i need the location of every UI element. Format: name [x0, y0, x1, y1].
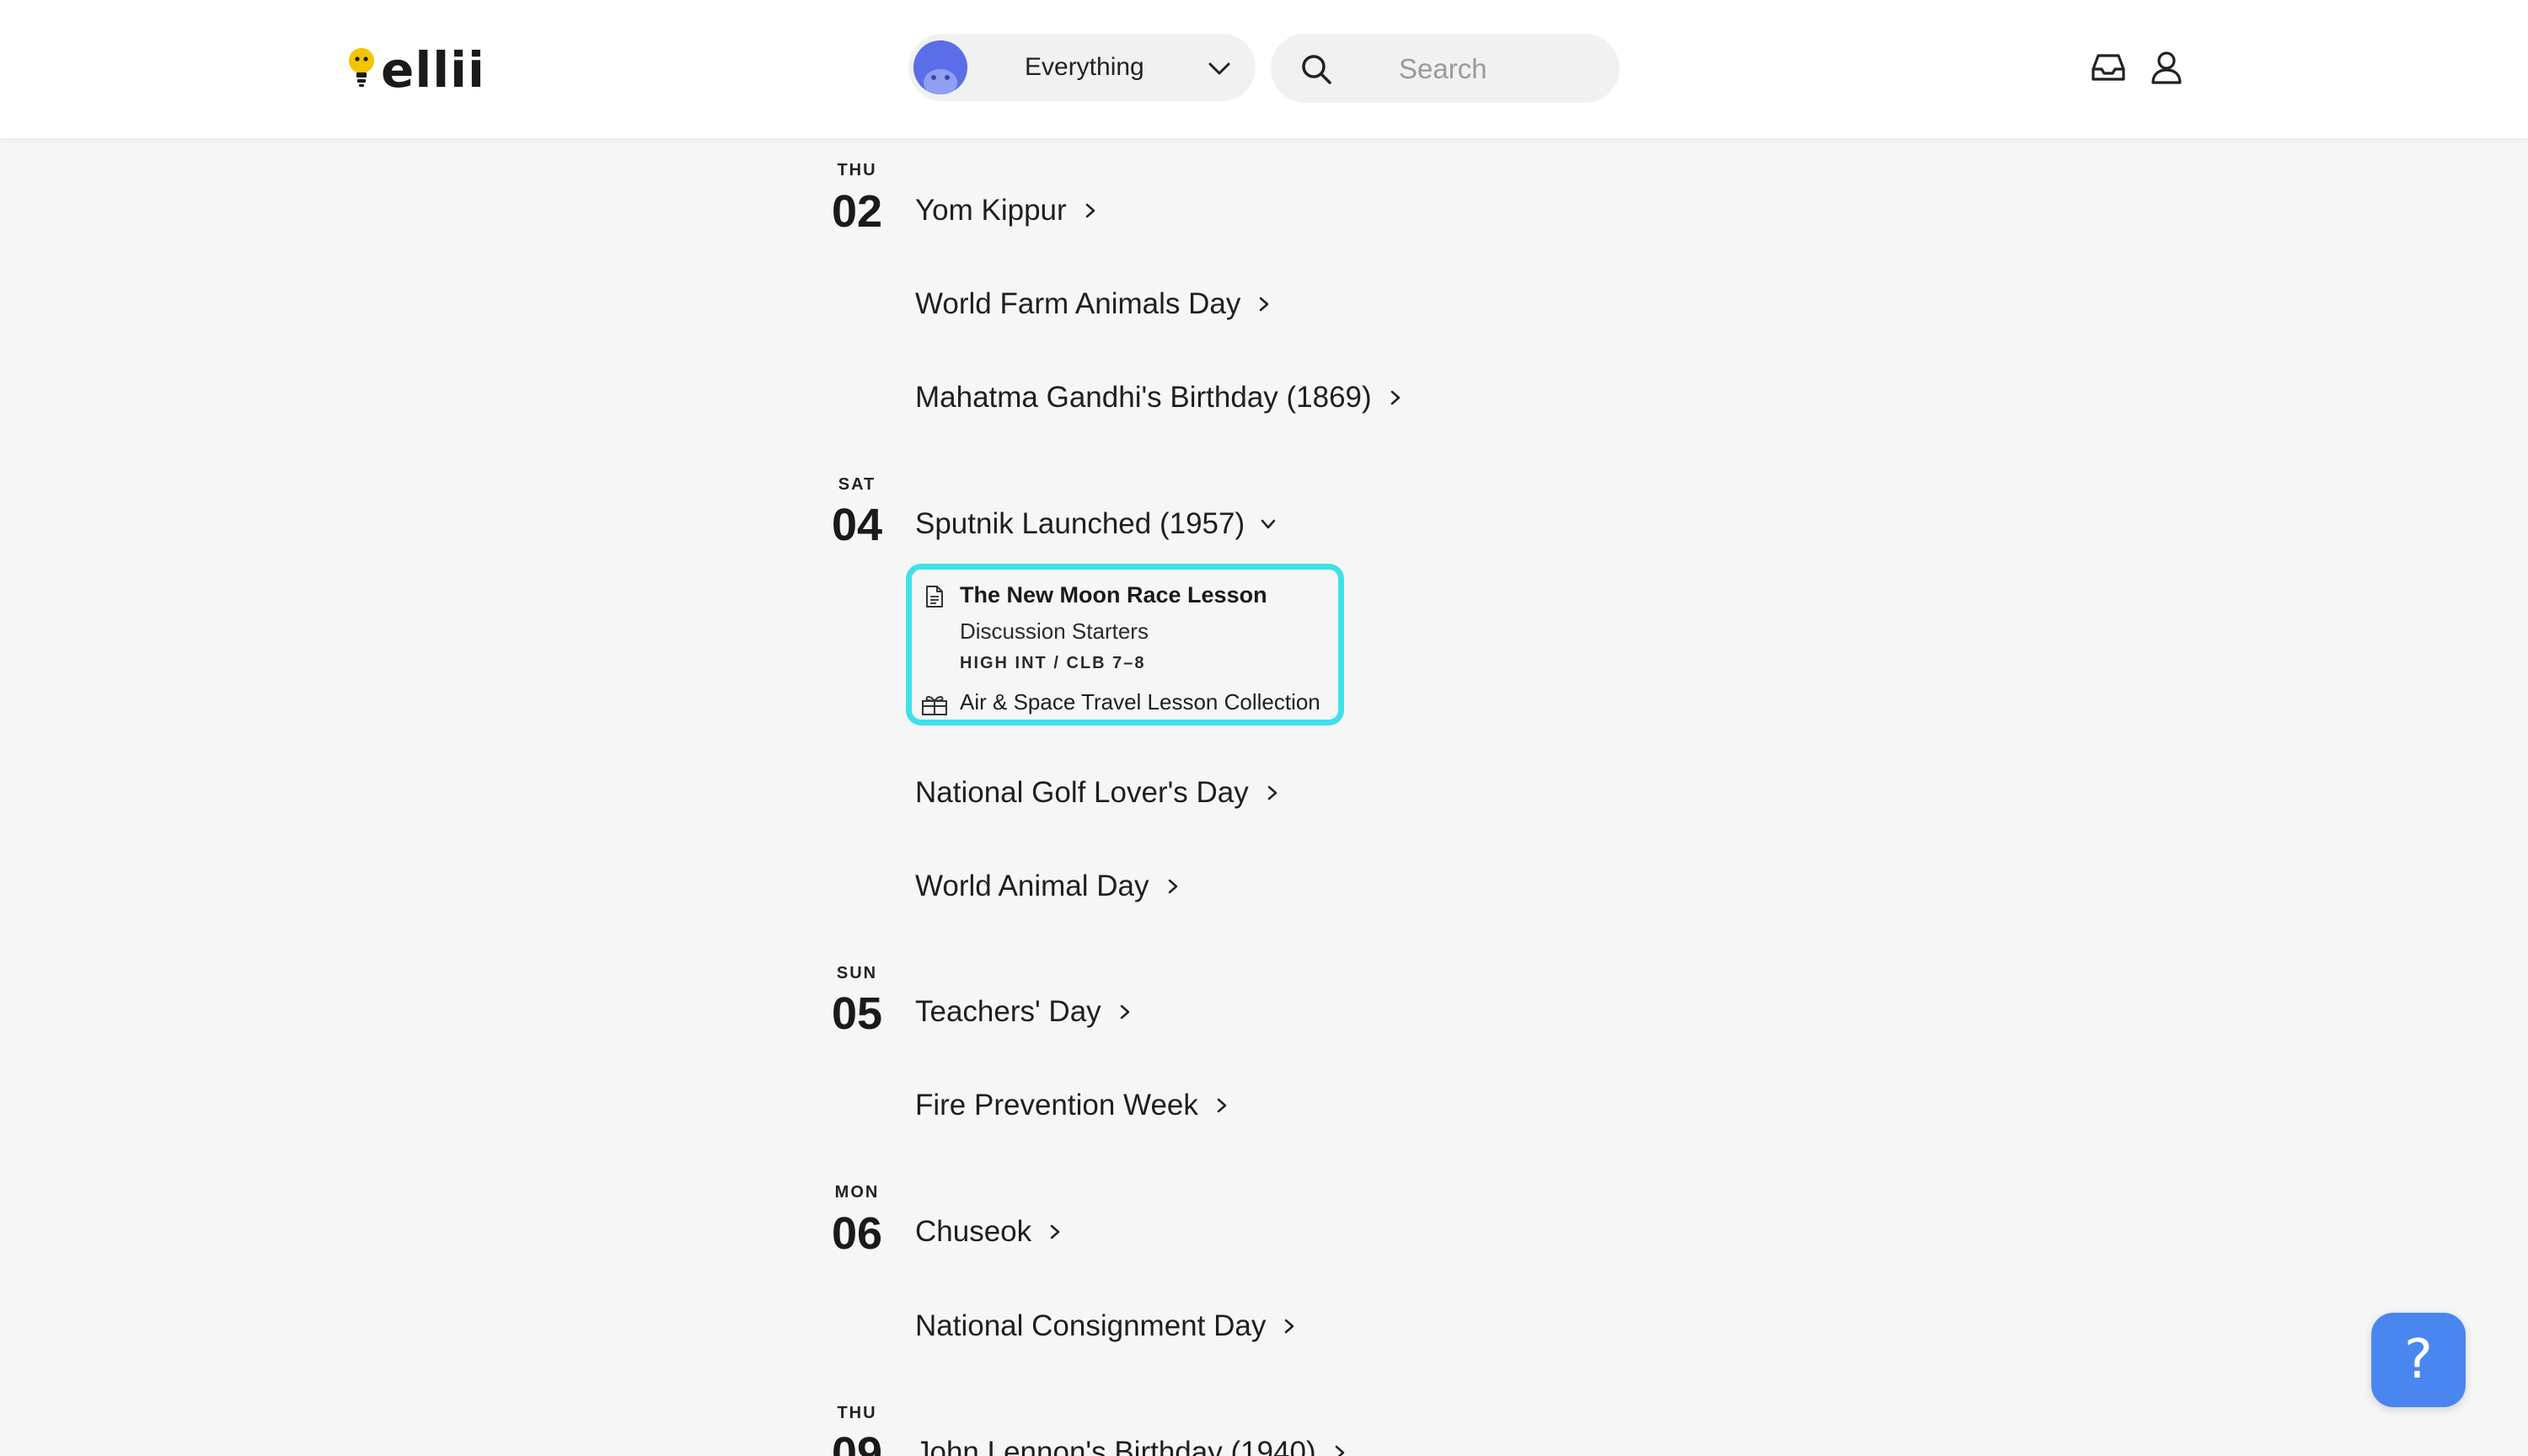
day-of-week: THU — [837, 1404, 877, 1422]
event-title: Teachers' Day — [915, 995, 1101, 1028]
event-link[interactable]: Chuseok — [915, 1215, 1063, 1249]
day-number: 09 — [831, 1428, 883, 1456]
event-link[interactable]: National Golf Lover's Day — [915, 776, 1281, 810]
top-header: ellii Everything — [0, 0, 2528, 138]
lesson-collection-link[interactable]: Air & Space Travel Lesson Collection — [960, 689, 1320, 715]
day-of-week: THU — [837, 161, 877, 179]
lightbulb-icon — [349, 48, 374, 87]
event-title: Fire Prevention Week — [915, 1089, 1198, 1121]
help-question-icon: ? — [2404, 1329, 2433, 1391]
chevron-down-icon — [1261, 519, 1276, 529]
help-button[interactable]: ? — [2371, 1313, 2466, 1407]
event-link[interactable]: National Consignment Day — [915, 1309, 1298, 1343]
event-link[interactable]: Teachers' Day — [915, 995, 1133, 1029]
user-icon[interactable] — [2148, 49, 2185, 86]
chevron-right-icon — [1168, 879, 1177, 894]
filter-avatar-icon — [913, 40, 967, 94]
chevron-right-icon — [1120, 1004, 1129, 1020]
day-number: 02 — [831, 186, 883, 237]
chevron-right-icon — [1267, 785, 1277, 800]
chevron-right-icon — [1390, 390, 1400, 405]
day-number: 05 — [831, 988, 883, 1039]
event-title: National Consignment Day — [915, 1309, 1267, 1342]
document-icon — [926, 586, 943, 608]
event-link-expanded[interactable]: Sputnik Launched (1957) — [915, 507, 1277, 541]
chevron-right-icon — [1335, 1445, 1344, 1456]
event-link[interactable]: John Lennon's Birthday (1940) — [915, 1436, 1348, 1456]
event-title: World Animal Day — [915, 870, 1149, 902]
event-title: World Farm Animals Day — [915, 287, 1241, 320]
lesson-card[interactable]: The New Moon Race Lesson Discussion Star… — [906, 564, 1344, 725]
day-of-week: SAT — [838, 475, 876, 494]
event-link[interactable]: Fire Prevention Week — [915, 1089, 1230, 1122]
lesson-title[interactable]: The New Moon Race Lesson — [960, 582, 1267, 608]
event-title: Mahatma Gandhi's Birthday (1869) — [915, 381, 1372, 414]
chevron-right-icon — [1217, 1098, 1227, 1113]
chevron-right-icon — [1285, 1319, 1294, 1334]
search-box[interactable] — [1271, 34, 1620, 104]
event-link[interactable]: Mahatma Gandhi's Birthday (1869) — [915, 381, 1404, 415]
chevron-right-icon — [1085, 203, 1095, 218]
event-link[interactable]: World Animal Day — [915, 870, 1181, 903]
event-title: Yom Kippur — [915, 194, 1067, 227]
event-title: National Golf Lover's Day — [915, 776, 1249, 809]
day-number: 04 — [831, 500, 883, 550]
chevron-right-icon — [1260, 297, 1269, 312]
event-title: John Lennon's Birthday (1940) — [915, 1436, 1316, 1456]
chevron-down-icon — [1208, 62, 1230, 75]
event-title: Chuseok — [915, 1215, 1032, 1248]
content-filter-dropdown[interactable]: Everything — [908, 34, 1256, 101]
search-icon[interactable] — [1299, 52, 1333, 86]
event-link[interactable]: Yom Kippur — [915, 194, 1099, 228]
search-input[interactable] — [1397, 34, 1603, 104]
ellii-logo[interactable]: ellii — [345, 40, 485, 99]
day-number: 06 — [831, 1208, 883, 1259]
event-link[interactable]: World Farm Animals Day — [915, 287, 1272, 321]
filter-selected-label: Everything — [1025, 53, 1144, 81]
page: ellii Everything Search THU 02 Yom Kippu… — [0, 0, 2528, 1456]
event-title: Sputnik Launched (1957) — [915, 507, 1245, 540]
day-of-week: SUN — [836, 964, 878, 982]
collection-box-icon — [922, 696, 947, 715]
inbox-icon[interactable] — [2090, 49, 2127, 86]
logo-text: ellii — [381, 41, 485, 99]
chevron-right-icon — [1050, 1224, 1060, 1239]
lesson-level: HIGH INT / CLB 7–8 — [960, 654, 1146, 672]
day-of-week: MON — [834, 1183, 880, 1202]
lesson-type: Discussion Starters — [960, 618, 1149, 644]
